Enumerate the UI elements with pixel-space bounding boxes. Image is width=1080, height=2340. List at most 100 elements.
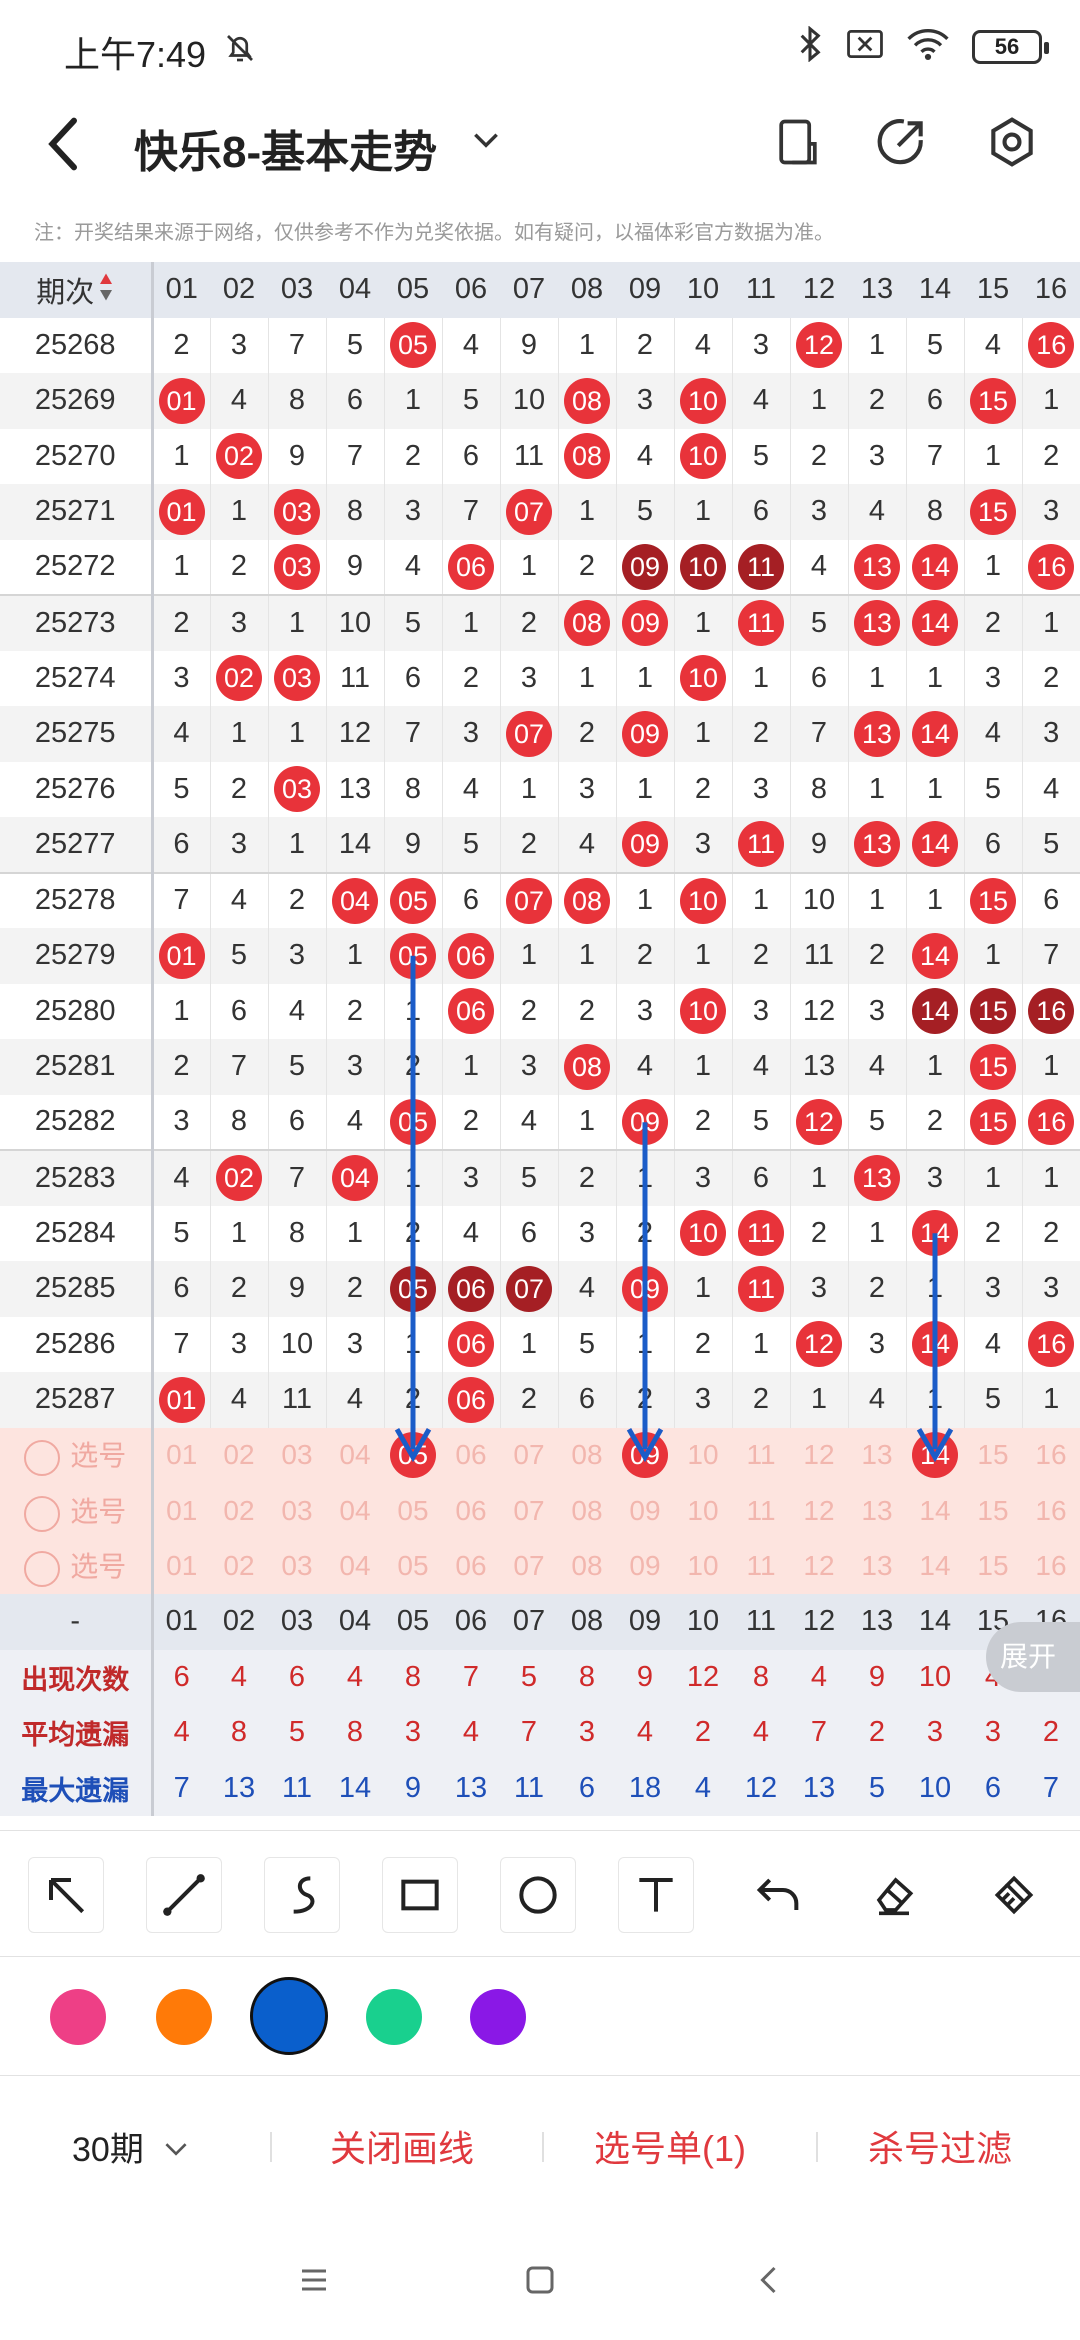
omission-cell: 4 (441, 317, 500, 373)
pick-number-cell[interactable]: 15 (964, 1538, 1022, 1594)
color-swatch-green[interactable] (366, 1989, 422, 2045)
pick-number-cell[interactable]: 08 (558, 1538, 616, 1594)
clear-tool[interactable] (976, 1857, 1052, 1933)
pick-number-cell[interactable]: 15 (964, 1427, 1022, 1483)
pick-number-cell[interactable]: 10 (674, 1538, 732, 1594)
color-swatch-purple[interactable] (470, 1989, 526, 2045)
omission-cell: 1 (499, 761, 558, 817)
omission-cell: 10 (499, 373, 558, 429)
column-header: 12 (790, 262, 848, 318)
number-cell: 15 (963, 871, 1022, 928)
color-swatch-orange[interactable] (156, 1989, 212, 2045)
line-tool[interactable] (146, 1857, 222, 1933)
pick-number-cell[interactable]: 14 (906, 1538, 964, 1594)
pick-number-cell[interactable]: 06 (442, 1427, 500, 1483)
omission-cell: 3 (499, 1039, 558, 1095)
pick-number-cell[interactable]: 08 (558, 1427, 616, 1483)
share-button[interactable] (874, 114, 938, 178)
pick-number-cell[interactable]: 02 (210, 1427, 268, 1483)
pick-number-cell[interactable]: 05 (384, 1538, 442, 1594)
pick-number-cell[interactable]: 14 (906, 1483, 964, 1539)
bell-muted-icon (222, 30, 258, 71)
pick-number-cell[interactable]: 14 (906, 1427, 964, 1483)
arrow-tool[interactable] (28, 1857, 104, 1933)
period-cell: 25274 (0, 650, 154, 706)
pick-row-toggle[interactable]: 选号 (0, 1427, 154, 1483)
pick-number-cell[interactable]: 04 (326, 1483, 384, 1539)
period-cell: 25269 (0, 373, 154, 429)
omission-cell: 2 (847, 1261, 906, 1317)
pick-number-cell[interactable]: 06 (442, 1538, 500, 1594)
drawn-number-ball: 13 (854, 710, 900, 757)
period-sort-header[interactable]: 期次 (0, 262, 154, 318)
omission-cell: 2 (731, 1372, 790, 1428)
pick-number-cell[interactable]: 09 (616, 1483, 674, 1539)
text-tool[interactable] (618, 1857, 694, 1933)
circle-tool[interactable] (500, 1857, 576, 1933)
pick-number-cell[interactable]: 16 (1022, 1538, 1080, 1594)
pick-number-cell[interactable]: 12 (790, 1483, 848, 1539)
pick-number-cell[interactable]: 02 (210, 1538, 268, 1594)
pick-number-cell[interactable]: 10 (674, 1483, 732, 1539)
pick-number-cell[interactable]: 12 (790, 1427, 848, 1483)
pick-number-cell[interactable]: 12 (790, 1538, 848, 1594)
kill-filter-button[interactable]: 杀号过滤 (868, 2120, 1012, 2172)
pick-row-toggle[interactable]: 选号 (0, 1538, 154, 1594)
trend-table[interactable]: 期次 01 02 03 04 05 06 07 08 09 10 11 12 13 14 15 16 25268… (0, 262, 1080, 1830)
stat-value: 7 (1022, 1760, 1080, 1816)
pick-number-cell[interactable]: 06 (442, 1483, 500, 1539)
settings-button[interactable] (984, 114, 1048, 178)
pick-number-cell[interactable]: 04 (326, 1427, 384, 1483)
pick-number-cell[interactable]: 03 (268, 1483, 326, 1539)
home-icon[interactable] (522, 2262, 558, 2303)
pick-number-cell[interactable]: 15 (964, 1483, 1022, 1539)
pick-number-cell[interactable]: 13 (848, 1538, 906, 1594)
pick-number-cell[interactable]: 11 (732, 1483, 790, 1539)
pick-number-cell[interactable]: 13 (848, 1427, 906, 1483)
pick-number-cell[interactable]: 04 (326, 1538, 384, 1594)
pick-number-cell[interactable]: 09 (616, 1427, 674, 1483)
omission-cell: 13 (789, 1039, 848, 1095)
rectangle-tool[interactable] (382, 1857, 458, 1933)
pick-number-cell[interactable]: 02 (210, 1483, 268, 1539)
back-button[interactable] (44, 114, 104, 184)
pick-number-cell[interactable]: 01 (152, 1483, 210, 1539)
number-cell: 11 (731, 539, 790, 595)
stat-value: 8 (732, 1649, 790, 1705)
curve-tool[interactable] (264, 1857, 340, 1933)
menu-icon[interactable] (296, 2262, 332, 2303)
omission-cell: 11 (789, 928, 848, 984)
undo-tool[interactable] (740, 1857, 816, 1933)
pick-number-cell[interactable]: 01 (152, 1427, 210, 1483)
pick-number-cell[interactable]: 03 (268, 1538, 326, 1594)
pick-row-toggle[interactable]: 选号 (0, 1483, 154, 1539)
pick-number-cell[interactable]: 01 (152, 1538, 210, 1594)
pick-number-cell[interactable]: 16 (1022, 1427, 1080, 1483)
color-swatch-blue[interactable] (250, 1977, 328, 2055)
period-select[interactable]: 30期 (72, 2122, 191, 2171)
expand-button[interactable]: 展开 (986, 1622, 1080, 1692)
pick-list-button[interactable]: 选号单(1) (594, 2120, 746, 2172)
eraser-tool[interactable] (856, 1857, 932, 1933)
pick-number-cell[interactable]: 16 (1022, 1483, 1080, 1539)
pick-number-cell[interactable]: 10 (674, 1427, 732, 1483)
pick-number-cell[interactable]: 07 (500, 1538, 558, 1594)
page-title[interactable]: 快乐8-基本走势 (134, 116, 437, 180)
layout-toggle-button[interactable] (770, 114, 834, 178)
pick-number-cell[interactable]: 03 (268, 1427, 326, 1483)
pick-number-cell[interactable]: 09 (616, 1538, 674, 1594)
pick-number-cell[interactable]: 05 (384, 1483, 442, 1539)
pick-number-cell[interactable]: 11 (732, 1538, 790, 1594)
close-lines-button[interactable]: 关闭画线 (330, 2120, 474, 2172)
pick-number-cell[interactable]: 13 (848, 1483, 906, 1539)
back-nav-icon[interactable] (752, 2262, 788, 2303)
chevron-down-icon[interactable] (470, 124, 502, 161)
pick-number-cell[interactable]: 07 (500, 1427, 558, 1483)
color-swatch-pink[interactable] (50, 1989, 106, 2045)
pick-number-cell[interactable]: 08 (558, 1483, 616, 1539)
draw-row: 25273 2 3 1 10 5 1 2 08 09 1 11 5 13 14 2 1 (0, 594, 1080, 651)
pick-number-cell[interactable]: 05 (384, 1427, 442, 1483)
pick-number-cell[interactable]: 11 (732, 1427, 790, 1483)
drawn-number-ball: 14 (912, 710, 958, 757)
pick-number-cell[interactable]: 07 (500, 1483, 558, 1539)
